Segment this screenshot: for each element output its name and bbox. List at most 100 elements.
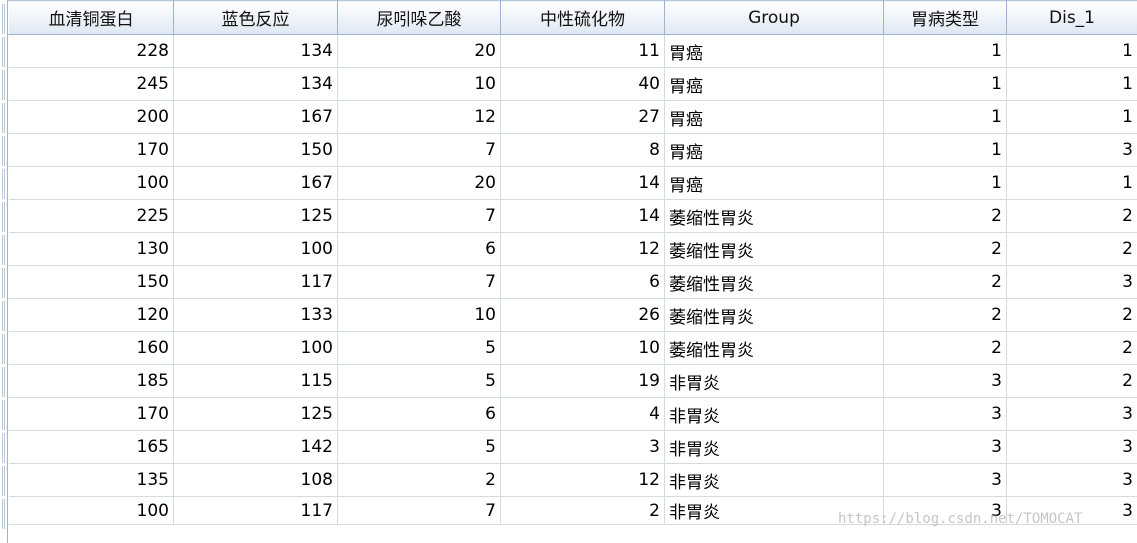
table-row[interactable]: 120 133 10 26 萎缩性胃炎 2 2 [8, 298, 1137, 332]
column-header[interactable]: 尿吲哚乙酸 [337, 0, 501, 35]
table-cell[interactable]: 1 [883, 133, 1007, 167]
table-cell[interactable]: 3 [1006, 430, 1137, 464]
table-cell[interactable]: 萎缩性胃炎 [664, 265, 884, 299]
table-cell[interactable]: 7 [337, 496, 501, 525]
table-cell[interactable]: 萎缩性胃炎 [664, 232, 884, 266]
table-cell[interactable]: 1 [883, 34, 1007, 68]
table-row[interactable]: 185 115 5 19 非胃炎 3 2 [8, 364, 1137, 398]
column-header[interactable]: Dis_1 [1006, 0, 1137, 35]
table-cell[interactable]: 2 [1006, 199, 1137, 233]
table-cell[interactable]: 120 [8, 298, 174, 332]
table-cell[interactable]: 6 [500, 265, 665, 299]
table-cell[interactable]: 萎缩性胃炎 [664, 331, 884, 365]
table-row[interactable]: 135 108 2 12 非胃炎 3 3 [8, 463, 1137, 497]
table-cell[interactable]: 萎缩性胃炎 [664, 199, 884, 233]
table-cell[interactable]: 3 [1006, 397, 1137, 431]
table-cell[interactable]: 225 [8, 199, 174, 233]
table-cell[interactable]: 14 [500, 199, 665, 233]
table-cell[interactable]: 10 [337, 298, 501, 332]
table-cell[interactable]: 100 [173, 232, 338, 266]
table-cell[interactable]: 2 [337, 463, 501, 497]
table-cell[interactable]: 5 [337, 331, 501, 365]
table-cell[interactable]: 1 [1006, 166, 1137, 200]
table-cell[interactable]: 6 [337, 232, 501, 266]
table-row[interactable]: 200 167 12 27 胃癌 1 1 [8, 100, 1137, 134]
table-cell[interactable]: 3 [1006, 265, 1137, 299]
table-cell[interactable]: 40 [500, 67, 665, 101]
table-cell[interactable]: 135 [8, 463, 174, 497]
table-cell[interactable]: 170 [8, 397, 174, 431]
table-cell[interactable]: 2 [883, 331, 1007, 365]
column-header[interactable]: 中性硫化物 [500, 0, 665, 35]
table-cell[interactable]: 10 [500, 331, 665, 365]
table-row[interactable]: 170 150 7 8 胃癌 1 3 [8, 133, 1137, 167]
table-cell[interactable]: 20 [337, 34, 501, 68]
table-cell[interactable]: 3 [883, 364, 1007, 398]
table-cell[interactable]: 125 [173, 199, 338, 233]
table-cell[interactable]: 2 [883, 298, 1007, 332]
table-cell[interactable]: 134 [173, 67, 338, 101]
table-cell[interactable]: 245 [8, 67, 174, 101]
table-cell[interactable]: 10 [337, 67, 501, 101]
column-header[interactable]: 胃病类型 [883, 0, 1007, 35]
table-cell[interactable]: 3 [1006, 463, 1137, 497]
table-cell[interactable]: 115 [173, 364, 338, 398]
table-cell[interactable]: 228 [8, 34, 174, 68]
table-cell[interactable]: 非胃炎 [664, 463, 884, 497]
table-cell[interactable]: 非胃炎 [664, 397, 884, 431]
table-cell[interactable]: 130 [8, 232, 174, 266]
table-cell[interactable]: 14 [500, 166, 665, 200]
table-cell[interactable]: 12 [500, 463, 665, 497]
table-cell[interactable]: 3 [883, 463, 1007, 497]
table-row[interactable]: 160 100 5 10 萎缩性胃炎 2 2 [8, 331, 1137, 365]
table-cell[interactable]: 2 [883, 232, 1007, 266]
table-cell[interactable]: 4 [500, 397, 665, 431]
table-cell[interactable]: 100 [8, 166, 174, 200]
table-cell[interactable]: 142 [173, 430, 338, 464]
table-cell[interactable]: 167 [173, 166, 338, 200]
table-cell[interactable]: 26 [500, 298, 665, 332]
table-cell[interactable]: 非胃炎 [664, 430, 884, 464]
table-cell[interactable]: 3 [883, 430, 1007, 464]
table-cell[interactable]: 3 [500, 430, 665, 464]
table-cell[interactable]: 150 [8, 265, 174, 299]
table-cell[interactable]: 200 [8, 100, 174, 134]
table-cell[interactable]: 1 [883, 67, 1007, 101]
column-header[interactable]: 血清铜蛋白 [8, 0, 174, 35]
table-cell[interactable]: 117 [173, 496, 338, 525]
table-cell[interactable]: 8 [500, 133, 665, 167]
table-cell[interactable]: 108 [173, 463, 338, 497]
table-cell[interactable]: 133 [173, 298, 338, 332]
table-row[interactable]: 225 125 7 14 萎缩性胃炎 2 2 [8, 199, 1137, 233]
table-row[interactable]: 100 167 20 14 胃癌 1 1 [8, 166, 1137, 200]
table-cell[interactable]: 12 [337, 100, 501, 134]
table-cell[interactable]: 2 [883, 265, 1007, 299]
table-row[interactable]: 245 134 10 40 胃癌 1 1 [8, 67, 1137, 101]
table-cell[interactable]: 萎缩性胃炎 [664, 298, 884, 332]
table-row[interactable]: 150 117 7 6 萎缩性胃炎 2 3 [8, 265, 1137, 299]
table-cell[interactable]: 胃癌 [664, 166, 884, 200]
table-cell[interactable]: 12 [500, 232, 665, 266]
table-cell[interactable]: 2 [500, 496, 665, 525]
table-cell[interactable]: 160 [8, 331, 174, 365]
column-header[interactable]: 蓝色反应 [173, 0, 338, 35]
table-cell[interactable]: 5 [337, 430, 501, 464]
table-cell[interactable]: 1 [883, 100, 1007, 134]
table-row[interactable]: 170 125 6 4 非胃炎 3 3 [8, 397, 1137, 431]
table-cell[interactable]: 胃癌 [664, 133, 884, 167]
table-cell[interactable]: 1 [1006, 100, 1137, 134]
table-cell[interactable]: 100 [8, 496, 174, 525]
table-cell[interactable]: 2 [883, 199, 1007, 233]
table-cell[interactable]: 非胃炎 [664, 364, 884, 398]
table-cell[interactable]: 150 [173, 133, 338, 167]
table-cell[interactable]: 19 [500, 364, 665, 398]
table-cell[interactable]: 117 [173, 265, 338, 299]
table-cell[interactable]: 125 [173, 397, 338, 431]
table-row[interactable]: 228 134 20 11 胃癌 1 1 [8, 34, 1137, 68]
table-cell[interactable]: 1 [1006, 34, 1137, 68]
table-cell[interactable]: 7 [337, 199, 501, 233]
table-cell[interactable]: 167 [173, 100, 338, 134]
table-cell[interactable]: 5 [337, 364, 501, 398]
table-cell[interactable]: 胃癌 [664, 34, 884, 68]
table-cell[interactable]: 7 [337, 133, 501, 167]
